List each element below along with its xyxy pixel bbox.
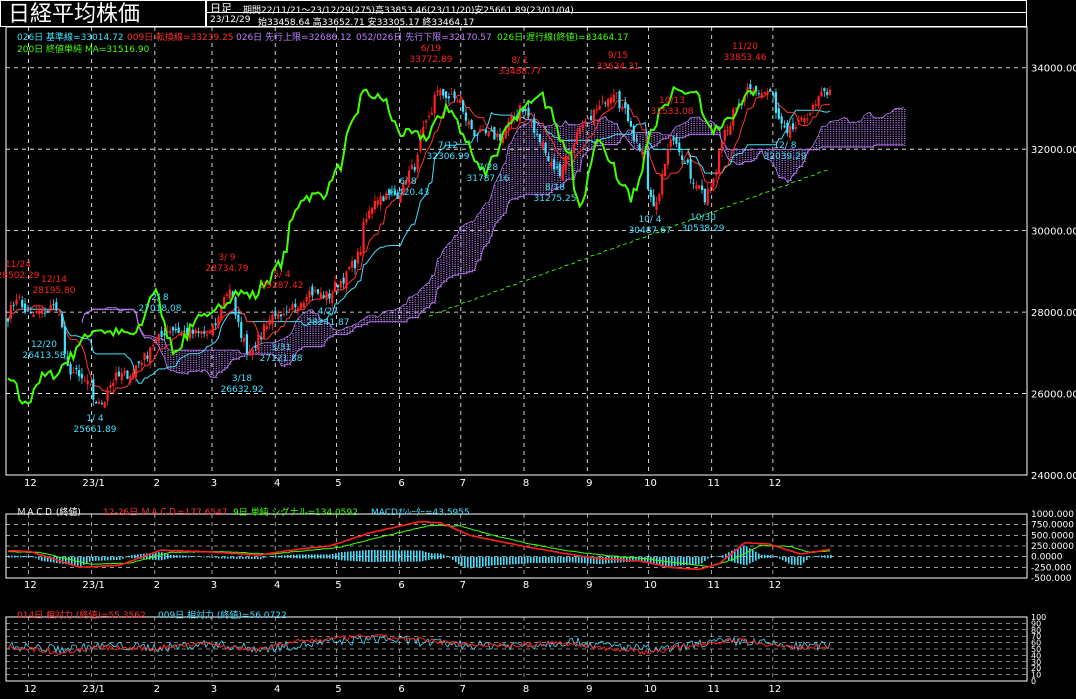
signal-legend: 9日 単純 シグナル=134.0592 [233, 508, 358, 518]
indicator-senko-a: 026日 先行上限=32686.12 [236, 33, 352, 43]
osc-legend: MACDｵｼﾚｰﾀｰ=43.5955 [371, 508, 470, 518]
indicator-ma200: 200日 終値単純 MA=31516.90 [17, 45, 150, 55]
macd-title: ＭＡＣＤ (終値) [17, 508, 81, 518]
period-type: 日足 [210, 2, 232, 15]
rsi9-legend: 009日 相対力 (終値)=56.0722 [158, 611, 287, 621]
date-label: 23/12/29 [210, 15, 251, 25]
macd-legend: 12-26日 ＭＡＣＤ=177.6547 [103, 508, 228, 518]
indicator-senko-b: 052/026日 先行下限=32170.57 [356, 33, 492, 43]
rsi14-legend: 014日 相対力 (終値)=55.3562 [17, 611, 146, 621]
page-title: 日経平均株価 [8, 2, 141, 27]
ohlc-label: 始33458.64 高33652.71 安33305.17 終33464.17 [258, 18, 475, 28]
indicator-chikou: 026日 遅行線(終値)=33464.17 [497, 33, 629, 43]
